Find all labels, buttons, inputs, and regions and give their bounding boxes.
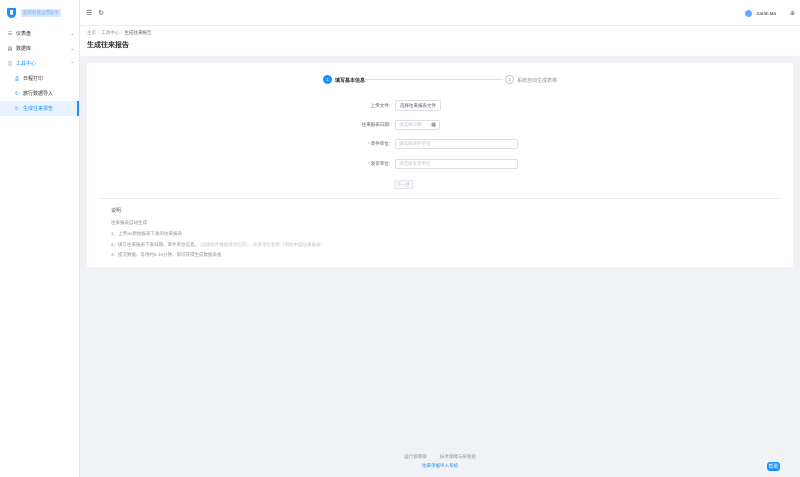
footer-link[interactable]: 技术保障与研发组 bbox=[440, 454, 476, 459]
instruction-line-2-extra: （选择收件数据库对应的）、往来单位名称（例如中国往来报表） bbox=[199, 241, 326, 247]
sidebar-item-tools[interactable]: ◫ 工具中心 ⌃ bbox=[0, 56, 79, 71]
page-title: 生成往来报告 bbox=[87, 42, 129, 49]
footer-link[interactable]: 运行保障部 bbox=[404, 454, 427, 459]
date-label: 往来报表日期: bbox=[361, 122, 390, 127]
upload-row: 上传文件: 选择往来报表文件 bbox=[87, 100, 793, 111]
calendar-icon: ▦ bbox=[431, 122, 436, 128]
footer-links: 运行保障部 技术保障与研发组 bbox=[80, 454, 800, 460]
sidebar-item-database[interactable]: ▤ 数据库 ⌄ bbox=[0, 41, 79, 56]
top-header: ☰ ↻ Sarah Ma ⊕ bbox=[80, 0, 800, 26]
sidebar-subitem-import[interactable]: ↻ 旅行数据导入 bbox=[0, 86, 79, 101]
instructions-title: 说明 bbox=[111, 208, 122, 214]
receiver-label-text: 发货单位: bbox=[370, 161, 390, 166]
globe-icon[interactable]: ⊕ bbox=[790, 10, 795, 17]
receiver-label: *发货单位: bbox=[368, 161, 390, 167]
dashboard-icon: ☷ bbox=[7, 30, 13, 37]
user-area: Sarah Ma ⊕ bbox=[745, 0, 795, 26]
footer-copyright[interactable]: 往来单据导入系统 bbox=[80, 463, 800, 469]
brand-name: 医院智能运营助手 bbox=[21, 9, 61, 17]
toolbox-icon: ◫ bbox=[7, 60, 13, 67]
logo-icon bbox=[7, 8, 16, 18]
sidebar-item-dashboard[interactable]: ☷ 仪表盘 ⌄ bbox=[0, 26, 79, 41]
step-2-label: 系统自动生成表格 bbox=[517, 78, 558, 84]
next-step-button[interactable]: 下一步 bbox=[394, 180, 413, 189]
instruction-line-3: 3、提交数据、等待约5-10分钟，即可获得生成数据表格 bbox=[111, 252, 222, 257]
instruction-line-2: 2、填写往来报表下发日期、寄件单位信息，（选择收件数据库对应的）、往来单位名称（… bbox=[111, 240, 771, 251]
logo[interactable]: 医院智能运营助手 bbox=[0, 0, 79, 26]
step-1-label: 填写基本信息 bbox=[335, 78, 366, 84]
receiver-row: *发货单位: 请选择发货单位 bbox=[87, 159, 793, 169]
upload-file-button[interactable]: 选择往来报表文件 bbox=[395, 100, 441, 111]
refresh-icon[interactable]: ↻ bbox=[98, 9, 104, 17]
step-2-number: 2 bbox=[505, 75, 514, 84]
sidebar-subitem-print[interactable]: ⎙ 日程打印 bbox=[0, 71, 79, 86]
breadcrumb-separator: / bbox=[98, 30, 100, 35]
sender-label-text: 寄件单位: bbox=[370, 141, 390, 146]
sender-input[interactable]: 请选择寄件单位 bbox=[395, 139, 518, 149]
instruction-line-2-text: 2、填写往来报表下发日期、寄件单位信息， bbox=[111, 241, 200, 247]
instructions-subtitle: 往来报表自动生成 bbox=[111, 220, 147, 225]
chevron-down-icon: ⌄ bbox=[70, 46, 74, 51]
date-picker[interactable]: 请选择日期 ▦ bbox=[395, 120, 440, 130]
sender-label: *寄件单位: bbox=[368, 141, 390, 147]
upload-label: 上传文件: bbox=[370, 103, 390, 108]
print-icon: ⎙ bbox=[14, 75, 19, 82]
menu-toggle-icon[interactable]: ☰ bbox=[86, 9, 92, 17]
date-placeholder: 请选择日期 bbox=[399, 122, 422, 127]
breadcrumb: 主页 / 工具中心 / 生成往来报告 bbox=[87, 26, 800, 36]
receiver-input[interactable]: 请选择发货单位 bbox=[395, 159, 518, 169]
refresh-icon: ↻ bbox=[14, 90, 20, 97]
breadcrumb-parent[interactable]: 工具中心 bbox=[101, 30, 119, 35]
footer: 运行保障部 技术保障与研发组 往来单据导入系统 bbox=[80, 454, 800, 469]
sidebar-subitem-label: 生成往来报告 bbox=[23, 106, 54, 112]
help-button[interactable]: 帮助 bbox=[767, 462, 780, 471]
form-card: 1 填写基本信息 2 系统自动生成表格 上传文件: 选择往来报表文件 往来报表日… bbox=[87, 63, 793, 267]
chevron-down-icon: ⌄ bbox=[70, 31, 74, 36]
database-icon: ▤ bbox=[7, 45, 13, 52]
sidebar-item-label: 数据库 bbox=[16, 46, 32, 52]
sidebar-subitem-label: 日程打印 bbox=[23, 76, 44, 82]
instructions: 说明 往来报表自动生成 1、上传xls原始报表下发的往来报表 2、填写往来报表下… bbox=[111, 207, 771, 261]
required-mark: * bbox=[367, 141, 370, 146]
instruction-line-1: 1、上传xls原始报表下发的往来报表 bbox=[111, 231, 183, 236]
sender-placeholder: 请选择寄件单位 bbox=[399, 141, 431, 146]
step-1-number: 1 bbox=[323, 75, 332, 84]
divider bbox=[99, 198, 781, 199]
step-connector bbox=[365, 79, 503, 80]
required-mark: * bbox=[367, 161, 370, 166]
date-row: 往来报表日期: 请选择日期 ▦ bbox=[87, 120, 793, 130]
breadcrumb-current: 生成往来报告 bbox=[124, 30, 152, 35]
chevron-up-icon: ⌃ bbox=[70, 61, 74, 66]
breadcrumb-home[interactable]: 主页 bbox=[87, 30, 96, 35]
page-header: 主页 / 工具中心 / 生成往来报告 生成往来报告 bbox=[80, 26, 800, 56]
sidebar-item-label: 工具中心 bbox=[16, 61, 37, 67]
sidebar-subitem-label: 旅行数据导入 bbox=[23, 91, 54, 97]
sidebar: 医院智能运营助手 ☷ 仪表盘 ⌄ ▤ 数据库 ⌄ ◫ 工具中心 ⌃ ⎙ 日程打印… bbox=[0, 0, 80, 477]
breadcrumb-separator: / bbox=[121, 30, 123, 35]
sidebar-subitem-report[interactable]: ↻ 生成往来报告 bbox=[0, 101, 79, 116]
refresh-icon: ↻ bbox=[14, 105, 20, 112]
steps: 1 填写基本信息 2 系统自动生成表格 bbox=[323, 75, 563, 85]
receiver-placeholder: 请选择发货单位 bbox=[399, 161, 431, 166]
sidebar-item-label: 仪表盘 bbox=[16, 31, 32, 37]
avatar[interactable] bbox=[745, 9, 753, 17]
user-name[interactable]: Sarah Ma bbox=[756, 11, 776, 16]
sender-row: *寄件单位: 请选择寄件单位 bbox=[87, 139, 793, 149]
